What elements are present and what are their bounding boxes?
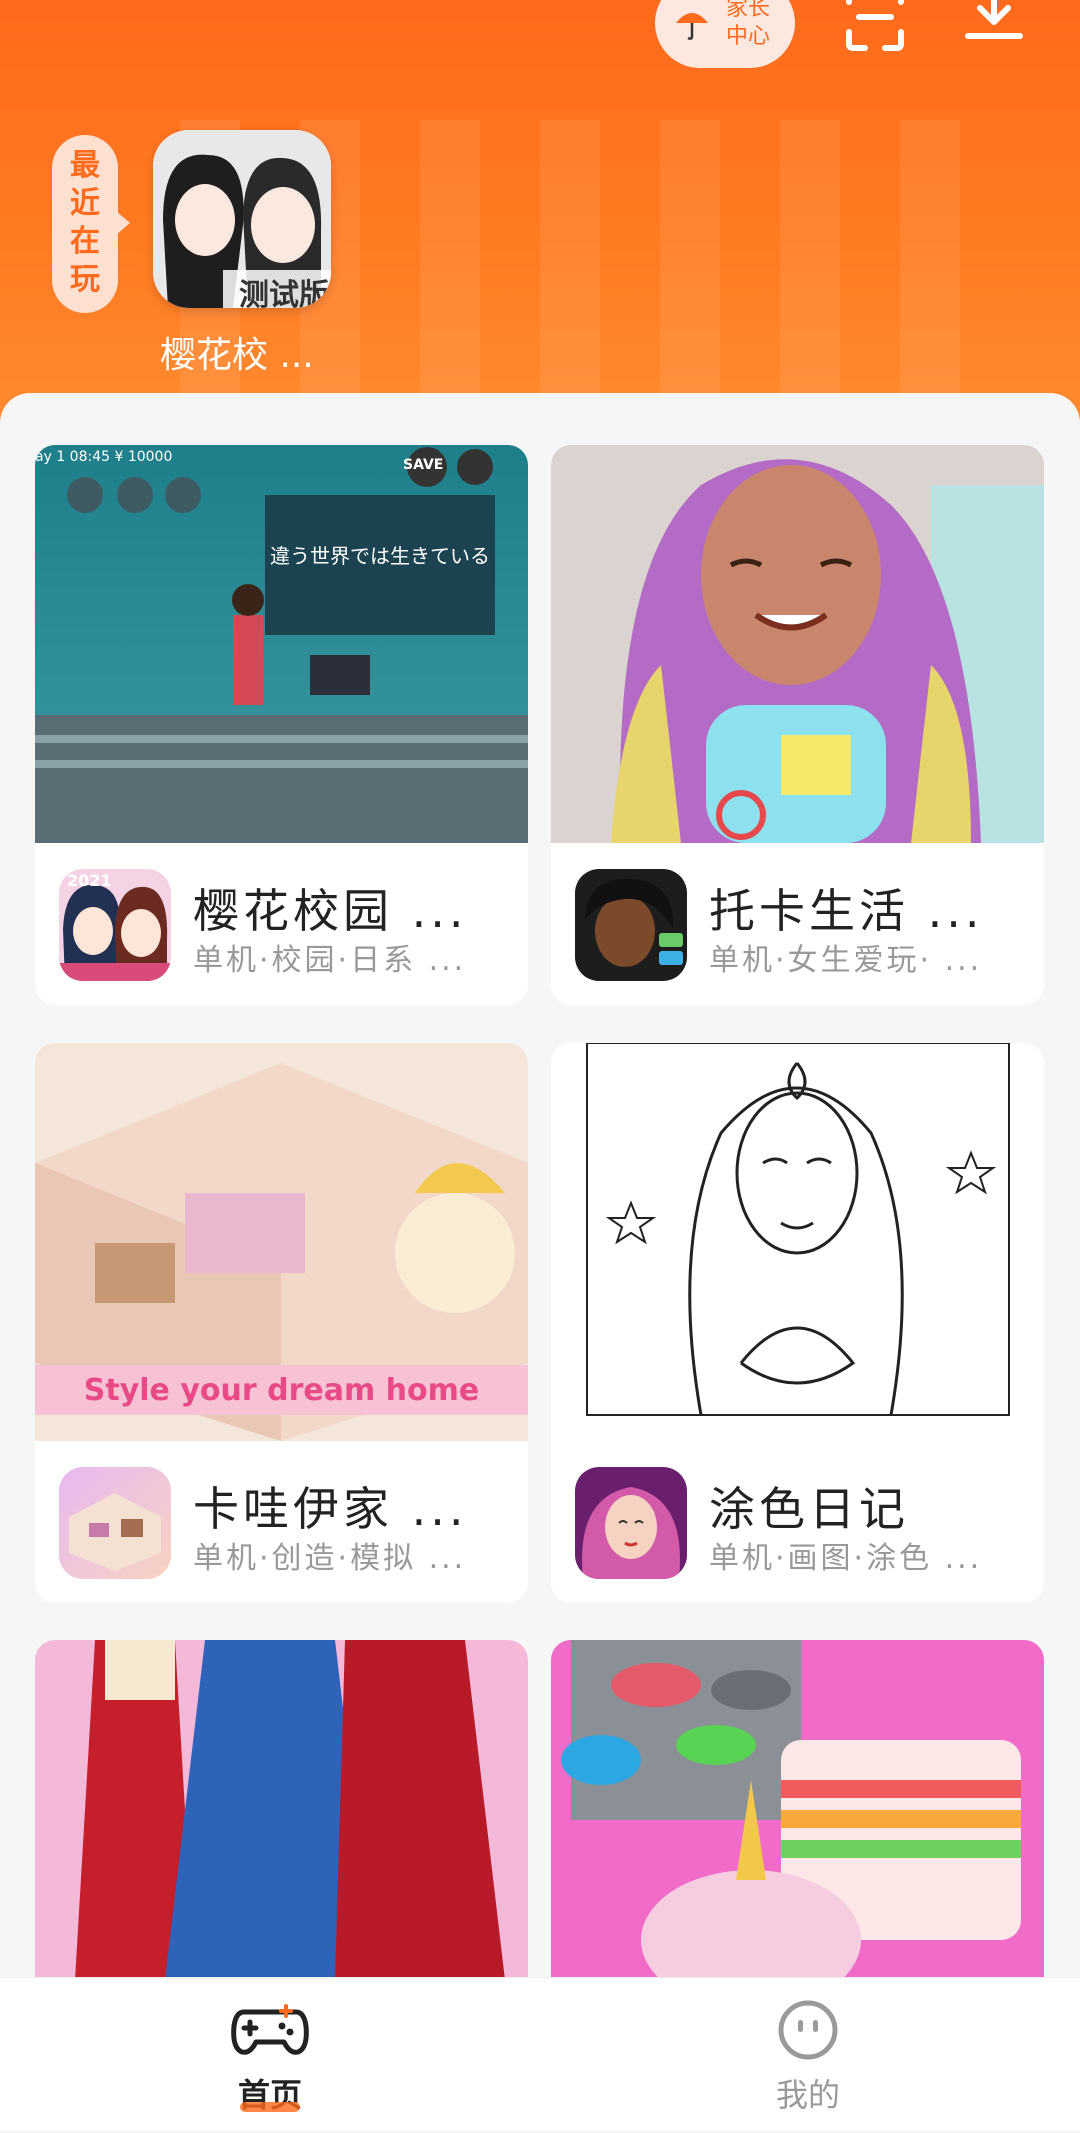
active-tab-indicator bbox=[240, 2102, 300, 2112]
banner-text: Style your dream home bbox=[83, 1373, 480, 1408]
tab-home[interactable]: 首页 bbox=[210, 2000, 330, 2114]
game-title: 樱花校园 ... bbox=[193, 884, 468, 938]
game-icon bbox=[59, 1467, 171, 1579]
game-screenshot bbox=[35, 1640, 528, 1980]
background-stripe bbox=[420, 120, 480, 420]
recent-game-badge: 测试版 bbox=[239, 278, 329, 308]
game-card[interactable]: ay 1 08:45 ¥ 10000 SAVE 違う世界では生きている 2021… bbox=[35, 445, 528, 1005]
recent-game-name[interactable]: 樱花校 ... bbox=[160, 326, 314, 378]
card-info: 2021 樱花校园 ... 单机·校园·日系 ... bbox=[35, 843, 528, 1005]
game-title: 卡哇伊家 ... bbox=[193, 1482, 468, 1536]
game-icon-art bbox=[575, 869, 687, 981]
game-icon bbox=[575, 869, 687, 981]
bottom-tab-bar: 首页 我的 bbox=[0, 1977, 1080, 2131]
smiley-face-icon bbox=[778, 2000, 838, 2060]
game-card[interactable]: 涂色日记 单机·画图·涂色 ... bbox=[551, 1043, 1044, 1603]
game-card[interactable]: Style your dream home 卡哇伊家 ... 单机·创造·模拟 … bbox=[35, 1043, 528, 1603]
card-info: 托卡生活 ... 单机·女生爱玩· ... bbox=[551, 843, 1044, 1005]
recent-tag-arrow bbox=[116, 211, 130, 235]
game-tags: 单机·女生爱玩· ... bbox=[709, 943, 983, 978]
cake-baking-image bbox=[551, 1640, 1044, 1980]
game-card[interactable] bbox=[551, 1640, 1044, 1980]
gamepad-icon bbox=[231, 2004, 309, 2055]
scan-icon[interactable] bbox=[843, 0, 907, 55]
dress-up-image bbox=[35, 1640, 528, 1980]
background-stripe bbox=[660, 120, 720, 420]
coloring-page-image bbox=[551, 1043, 1044, 1441]
game-tags: 单机·画图·涂色 ... bbox=[709, 1541, 983, 1576]
game-card[interactable] bbox=[35, 1640, 528, 1980]
background-stripe bbox=[540, 120, 600, 420]
recent-tag: 最近在玩 bbox=[52, 135, 130, 313]
game-screenshot bbox=[551, 1043, 1044, 1441]
header: 家长中心 最近在玩 测试版 樱花校 ... bbox=[0, 0, 1080, 430]
game-screenshot: Style your dream home bbox=[35, 1043, 528, 1441]
game-icon: 2021 bbox=[59, 869, 171, 981]
game-card[interactable]: 托卡生活 ... 单机·女生爱玩· ... bbox=[551, 445, 1044, 1005]
game-screenshot bbox=[551, 445, 1044, 843]
umbrella-icon bbox=[676, 13, 708, 40]
parent-center-button[interactable]: 家长中心 bbox=[655, 0, 795, 68]
download-icon[interactable] bbox=[962, 0, 1026, 55]
save-label: SAVE bbox=[403, 457, 444, 473]
game-screenshot bbox=[551, 1640, 1044, 1980]
parent-center-label: 家长中心 bbox=[725, 0, 770, 49]
game-icon bbox=[575, 1467, 687, 1579]
background-stripe bbox=[900, 120, 960, 420]
game-title: 涂色日记 bbox=[709, 1482, 909, 1536]
recent-label: 最近在玩 bbox=[70, 148, 100, 297]
toca-character-image bbox=[551, 445, 1044, 843]
tab-mine-label: 我的 bbox=[775, 2076, 840, 2114]
card-info: 卡哇伊家 ... 单机·创造·模拟 ... bbox=[35, 1441, 528, 1603]
game-title: 托卡生活 ... bbox=[709, 884, 984, 938]
background-stripe bbox=[780, 120, 840, 420]
game-icon-art bbox=[575, 1467, 687, 1579]
card-info: 涂色日记 单机·画图·涂色 ... bbox=[551, 1441, 1044, 1603]
screen-caption: 違う世界では生きている bbox=[270, 544, 490, 568]
game-tags: 单机·创造·模拟 ... bbox=[193, 1541, 467, 1576]
icon-badge: 2021 bbox=[67, 871, 112, 890]
game-icon-art bbox=[59, 1467, 171, 1579]
concert-stage-image bbox=[35, 445, 528, 843]
hud-text: ay 1 08:45 ¥ 10000 bbox=[35, 449, 173, 465]
game-screenshot: ay 1 08:45 ¥ 10000 SAVE 違う世界では生きている bbox=[35, 445, 528, 843]
tab-mine[interactable]: 我的 bbox=[748, 2000, 868, 2116]
game-tags: 单机·校园·日系 ... bbox=[193, 943, 467, 978]
recent-game-icon[interactable]: 测试版 bbox=[153, 130, 331, 308]
